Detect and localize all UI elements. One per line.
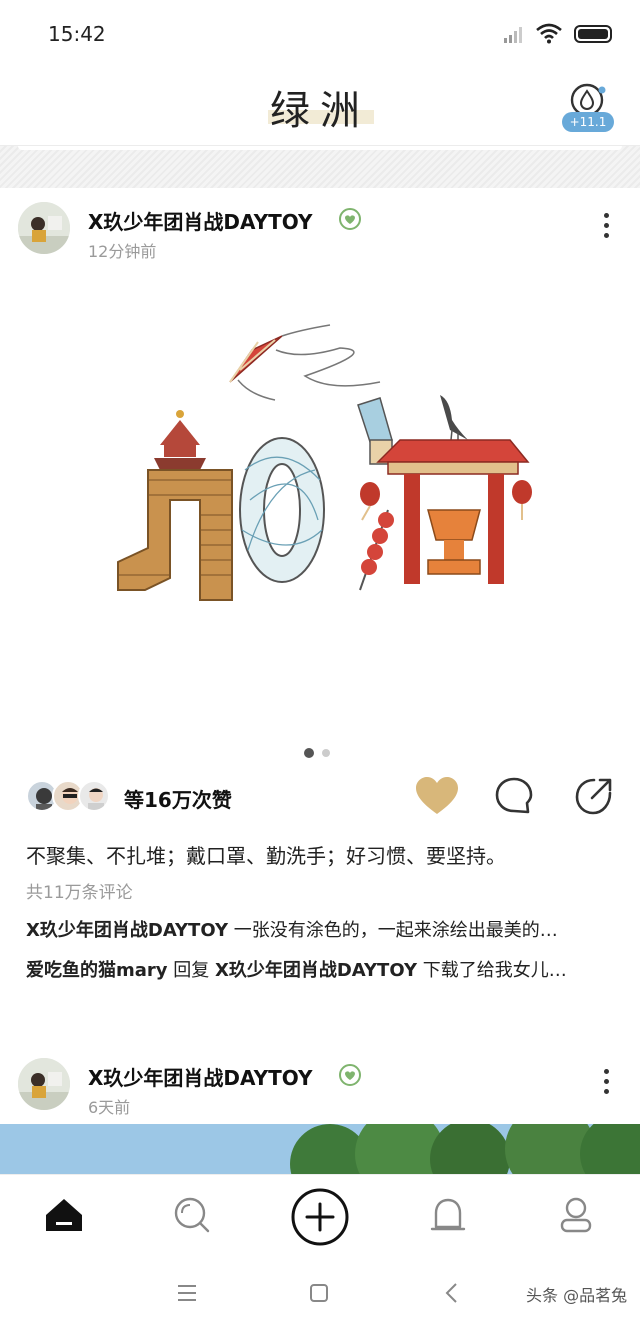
avatar[interactable] [18,1058,70,1110]
discover-icon[interactable] [172,1195,212,1235]
verified-icon [339,208,361,230]
more-options-icon[interactable] [596,208,616,244]
oasis-drop-button[interactable]: +11.1 [562,82,614,134]
signal-icon [504,27,522,43]
add-post-button[interactable] [290,1187,350,1247]
status-bar: 15:42 [0,0,640,68]
more-options-icon[interactable] [596,1064,616,1100]
page-indicator [304,748,336,760]
comment-user[interactable]: 爱吃鱼的猫mary [26,960,168,981]
drop-badge: +11.1 [562,112,614,132]
comment-text: 下载了给我女儿… [422,960,567,981]
heart-icon[interactable] [414,776,460,816]
comment-total[interactable]: 共11万条评论 [26,878,133,903]
back-icon[interactable] [440,1280,466,1306]
status-time: 15:42 [48,22,106,46]
avatar[interactable] [18,202,70,254]
comment-item[interactable]: 爱吃鱼的猫mary 回复 X玖少年团肖战DAYTOY 下载了给我女儿… [26,956,616,982]
liker-avatars[interactable] [26,780,116,812]
reply-word: 回复 [173,960,210,981]
home-icon[interactable] [44,1195,84,1235]
reply-to-user[interactable]: X玖少年团肖战DAYTOY [215,960,417,981]
comment-user[interactable]: X玖少年团肖战DAYTOY [26,920,228,941]
menu-icon[interactable] [174,1280,200,1306]
verified-icon [339,1064,361,1086]
liker-avatar [78,780,110,812]
like-count[interactable]: 等16万次赞 [124,784,232,813]
divider-stripe [0,146,640,188]
notification-bell-icon[interactable] [428,1195,468,1235]
comment-icon[interactable] [494,776,534,816]
avatar-image [18,1058,70,1110]
avatar-image [18,202,70,254]
post-caption: 不聚集、不扎堆；戴口罩、勤洗手；好习惯、要坚持。 [26,844,506,868]
post-header: X玖少年团肖战DAYTOY 6天前 [0,1058,640,1128]
share-icon[interactable] [574,776,614,816]
post-image[interactable] [0,1124,640,1174]
author-name[interactable]: X玖少年团肖战DAYTOY [88,1062,312,1091]
profile-icon[interactable] [556,1195,596,1235]
system-nav-bar: 头条 @品茗兔 [0,1256,640,1332]
watermark: 头条 @品茗兔 [526,1286,628,1305]
page-title: 绿洲 [270,88,370,134]
post-time: 6天前 [88,1098,131,1117]
post-time: 12分钟前 [88,242,157,261]
home-square-icon[interactable] [306,1280,332,1306]
post-image[interactable] [0,262,640,738]
bottom-nav [0,1174,640,1256]
battery-icon [574,25,612,43]
comment-item[interactable]: X玖少年团肖战DAYTOY 一张没有涂色的，一起来涂绘出最美的… [26,916,616,942]
author-name[interactable]: X玖少年团肖战DAYTOY [88,206,312,235]
comment-text: 一张没有涂色的，一起来涂绘出最美的… [233,920,558,941]
app-header: 绿洲 +11.1 [0,68,640,146]
wifi-icon [536,23,562,44]
